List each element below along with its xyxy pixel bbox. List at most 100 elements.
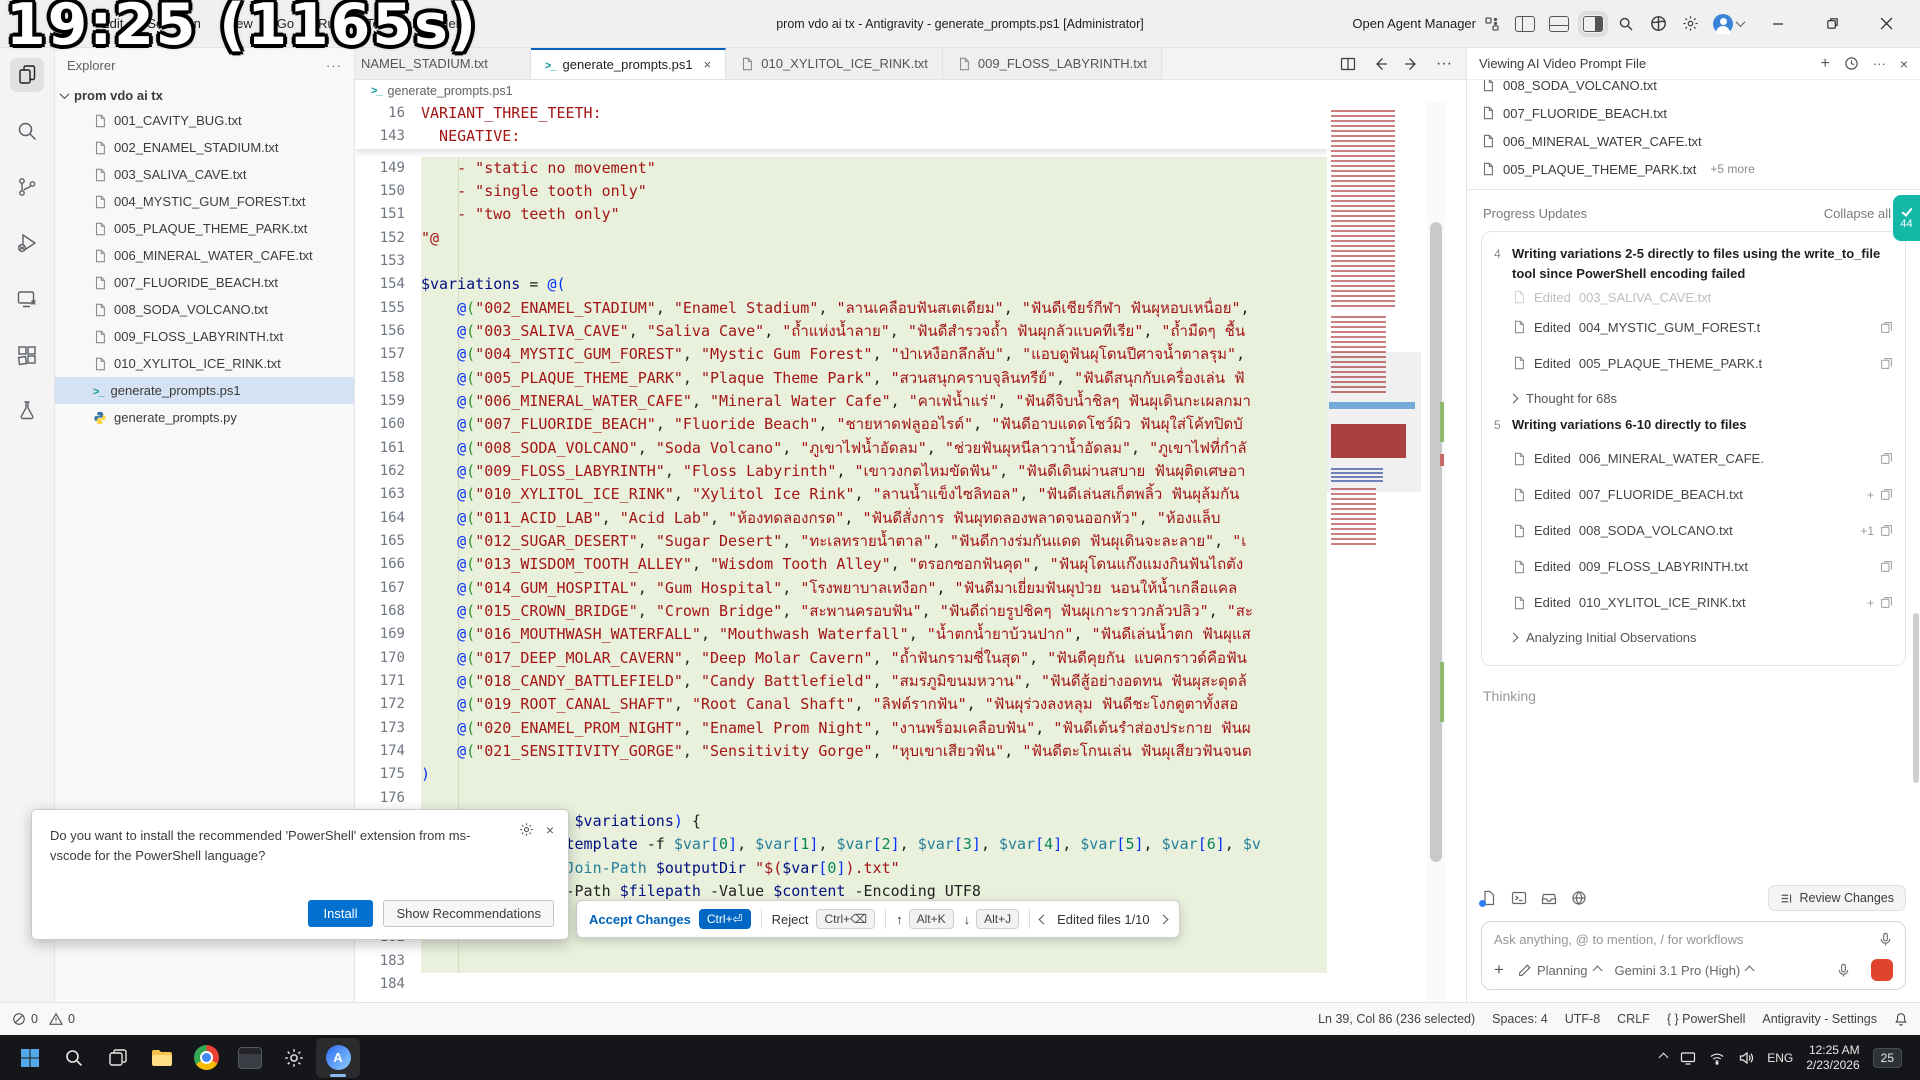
explorer-more-actions-icon[interactable]: ··· (326, 58, 342, 73)
open-diff-icon[interactable] (1880, 321, 1893, 334)
next-change-button[interactable]: ↓ Alt+J (964, 909, 1020, 929)
gear-icon[interactable] (1681, 15, 1699, 33)
editor-more-actions-icon[interactable]: ··· (1436, 55, 1452, 73)
app-window-icon[interactable] (228, 1038, 272, 1078)
minimize-button[interactable] (1758, 7, 1798, 41)
menu-view[interactable]: View (215, 11, 263, 36)
panel-more-actions-icon[interactable]: ··· (1873, 56, 1886, 71)
next-file-icon[interactable] (1158, 914, 1168, 924)
tab-010_XYLITOL_ICE_RINK.txt[interactable]: 010_XYLITOL_ICE_RINK.txt (726, 48, 943, 79)
navigate-forward-icon[interactable] (1404, 56, 1420, 72)
new-conversation-icon[interactable]: + (1820, 55, 1829, 73)
notification-close-icon[interactable]: × (546, 822, 554, 838)
input-language[interactable]: ENG (1767, 1051, 1793, 1065)
encoding[interactable]: UTF-8 (1565, 1012, 1600, 1026)
prev-file-icon[interactable] (1039, 914, 1049, 924)
tab-009_FLOSS_LABYRINTH.txt[interactable]: 009_FLOSS_LABYRINTH.txt (943, 48, 1162, 79)
menu-help[interactable]: Help (429, 11, 476, 36)
source-control-icon[interactable] (10, 170, 44, 204)
terminal-tool-icon[interactable] (1511, 890, 1527, 906)
voice-icon[interactable] (1836, 963, 1851, 978)
edited-file-row[interactable]: Edited008_SODA_VOLCANO.txt+1 (1494, 513, 1893, 549)
scrollbar-thumb[interactable] (1430, 222, 1442, 862)
edited-file-row[interactable]: Edited004_MYSTIC_GUM_FOREST.t (1494, 309, 1893, 345)
testing-icon[interactable] (10, 394, 44, 428)
edited-file-row[interactable]: Edited005_PLAQUE_THEME_PARK.t (1494, 345, 1893, 381)
show-recommendations-button[interactable]: Show Recommendations (383, 900, 554, 927)
monitor-tray-icon[interactable] (1680, 1050, 1696, 1066)
agent-scrollbar-thumb[interactable] (1913, 613, 1919, 783)
file-item[interactable]: 003_SALIVA_CAVE.txt (55, 161, 354, 188)
edited-file-row[interactable]: Edited009_FLOSS_LABYRINTH.txt (1494, 549, 1893, 585)
cursor-position[interactable]: Ln 39, Col 86 (236 selected) (1318, 1012, 1475, 1026)
step-footer[interactable]: Thought for 68s (1494, 381, 1893, 415)
task-view-icon[interactable] (96, 1038, 140, 1078)
eol-sequence[interactable]: CRLF (1617, 1012, 1650, 1026)
shield-icon[interactable] (1649, 15, 1667, 33)
restore-button[interactable] (1812, 7, 1852, 41)
run-debug-icon[interactable] (10, 226, 44, 260)
file-item[interactable]: 005_PLAQUE_THEME_PARK.txt (55, 215, 354, 242)
wifi-tray-icon[interactable] (1709, 1050, 1725, 1066)
extensions-icon[interactable] (10, 338, 44, 372)
tab-NAMEL_STADIUM.txt[interactable]: NAMEL_STADIUM.txt (355, 48, 531, 79)
file-item[interactable]: generate_prompts.py (55, 404, 354, 431)
menu-go[interactable]: Go (267, 11, 304, 36)
history-icon[interactable] (1844, 56, 1859, 71)
file-item[interactable]: 008_SODA_VOLCANO.txt (55, 296, 354, 323)
model-selector[interactable]: Gemini 3.1 Pro (High) (1615, 963, 1754, 978)
mode-selector[interactable]: Planning (1518, 963, 1601, 978)
capture-badge[interactable]: 44 (1893, 195, 1920, 241)
stop-button[interactable] (1871, 959, 1893, 981)
split-editor-icon[interactable] (1340, 56, 1356, 72)
file-item[interactable]: 006_MINERAL_WATER_CAFE.txt (55, 242, 354, 269)
account-menu[interactable] (1713, 14, 1744, 34)
toggle-right-sidebar-icon[interactable] (1583, 16, 1603, 32)
bell-icon[interactable] (1894, 1012, 1908, 1026)
open-diff-icon[interactable] (1880, 452, 1893, 465)
open-diff-icon[interactable] (1880, 560, 1893, 573)
start-button[interactable] (8, 1038, 52, 1078)
mic-icon[interactable] (1878, 932, 1893, 947)
install-button[interactable]: Install (308, 900, 374, 927)
close-icon[interactable]: × (704, 57, 712, 72)
open-diff-icon[interactable] (1880, 488, 1893, 501)
file-item[interactable]: 004_MYSTIC_GUM_FOREST.txt (55, 188, 354, 215)
edited-file-row[interactable]: Edited003_SALIVA_CAVE.txt (1494, 285, 1893, 309)
edited-file-row[interactable]: Edited007_FLUORIDE_BEACH.txt+ (1494, 477, 1893, 513)
editor-scrollbar[interactable] (1427, 102, 1445, 1002)
agent-file-item[interactable]: 007_FLUORIDE_BEACH.txt (1481, 99, 1906, 127)
web-tool-icon[interactable] (1571, 890, 1587, 906)
edited-file-row[interactable]: Edited006_MINERAL_WATER_CAFE. (1494, 441, 1893, 477)
menu-file[interactable]: File (46, 11, 87, 36)
file-item[interactable]: 009_FLOSS_LABYRINTH.txt (55, 323, 354, 350)
minimap[interactable] (1327, 102, 1421, 1002)
folder-root[interactable]: prom vdo ai tx (55, 83, 354, 107)
file-item[interactable]: >_generate_prompts.ps1 (55, 377, 354, 404)
chrome-icon[interactable] (184, 1038, 228, 1078)
hidden-icons-chevron[interactable] (1659, 1053, 1669, 1063)
collapse-all-button[interactable]: Collapse all (1824, 206, 1904, 221)
indentation[interactable]: Spaces: 4 (1492, 1012, 1548, 1026)
open-diff-icon[interactable] (1880, 357, 1893, 370)
agent-file-item[interactable]: 006_MINERAL_WATER_CAFE.txt (1481, 127, 1906, 155)
panel-close-icon[interactable]: × (1900, 56, 1908, 72)
file-item[interactable]: 001_CAVITY_BUG.txt (55, 107, 354, 134)
open-agent-manager-button[interactable]: Open Agent Manager (1352, 15, 1501, 33)
step-footer[interactable]: Analyzing Initial Observations (1494, 621, 1893, 655)
reject-button[interactable]: Reject Ctrl+⌫ (772, 909, 876, 929)
search-icon[interactable] (1617, 15, 1635, 33)
clock[interactable]: 12:25 AM 2/23/2026 (1806, 1043, 1859, 1073)
errors-icon[interactable] (12, 1012, 26, 1026)
agent-progress-scroll[interactable]: Progress Updates Collapse all 4Writing v… (1467, 198, 1920, 879)
menu-edit[interactable]: Edit (91, 11, 133, 36)
taskbar-search-icon[interactable] (52, 1038, 96, 1078)
chat-input[interactable] (1494, 932, 1870, 947)
open-diff-icon[interactable] (1880, 524, 1893, 537)
menu-terminal[interactable]: Terminal (356, 11, 425, 36)
search-sidebar-icon[interactable] (10, 114, 44, 148)
artifact-file-icon[interactable] (1481, 890, 1497, 906)
settings-icon[interactable] (272, 1038, 316, 1078)
toggle-left-sidebar-icon[interactable] (1515, 16, 1535, 32)
open-diff-icon[interactable] (1880, 596, 1893, 609)
